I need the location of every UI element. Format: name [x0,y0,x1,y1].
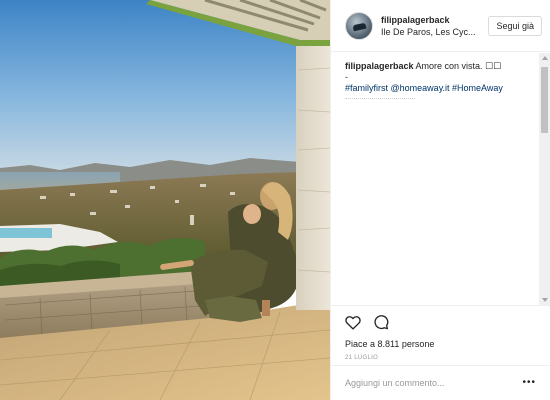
comment-input[interactable] [345,378,515,388]
likes-count[interactable]: Piace a 8.811 persone [345,339,536,349]
post-side-panel: filippalagerback Ile De Paros, Les Cyc..… [330,0,550,400]
scroll-thumb[interactable] [541,67,548,133]
post-caption: filippalagerback Amore con vista. ☐☐ - #… [345,61,536,94]
comment-icon[interactable] [373,314,389,330]
mention-homeaway[interactable]: @homeaway.it [391,83,450,93]
avatar[interactable] [345,11,373,40]
action-icons [345,313,536,331]
following-button[interactable]: Segui già [488,15,542,36]
hashtag-familyfirst[interactable]: #familyfirst [345,83,388,93]
post-photo[interactable] [0,0,330,400]
comments-scrollbar[interactable] [539,53,550,305]
truncated-comment-divider [345,98,415,104]
caption-text: Amore con vista. ☐☐ [413,61,502,71]
post-actions: Piace a 8.811 persone 21 LUGLIO [331,305,550,365]
username-link[interactable]: filippalagerback [381,15,488,25]
caption-username[interactable]: filippalagerback [345,61,414,71]
location-link[interactable]: Ile De Paros, Les Cyc... [381,27,488,37]
more-options-icon[interactable]: ••• [522,378,536,388]
post-date[interactable]: 21 LUGLIO [345,355,536,361]
caption-dash: - [345,72,348,82]
scroll-up-icon[interactable] [542,56,548,60]
comment-form: ••• [331,365,550,400]
heart-icon[interactable] [345,315,361,330]
post-header: filippalagerback Ile De Paros, Les Cyc..… [331,0,550,52]
user-info: filippalagerback Ile De Paros, Les Cyc..… [381,15,488,37]
sunset-terrace-photo [0,0,330,400]
hashtag-homeaway[interactable]: #HomeAway [452,83,503,93]
comments-area: filippalagerback Amore con vista. ☐☐ - #… [331,53,550,305]
scroll-down-icon[interactable] [542,298,548,302]
